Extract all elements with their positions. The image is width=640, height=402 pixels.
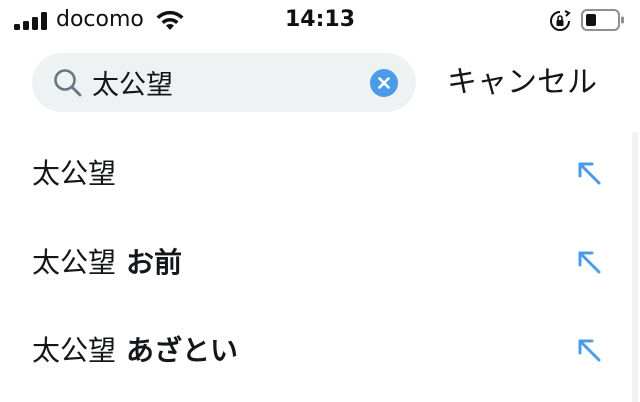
search-bar[interactable]	[32, 53, 416, 112]
suggestion-text: 太公望	[32, 130, 126, 218]
battery-icon	[581, 9, 624, 31]
suggestion-completion: あざとい	[126, 334, 239, 367]
arrow-up-left-icon[interactable]	[574, 247, 604, 277]
clear-icon	[378, 77, 390, 89]
suggestion-query: 太公望	[32, 157, 117, 190]
suggestion-row[interactable]: 太公望 あざとい	[0, 307, 632, 395]
suggestion-row[interactable]: 太公望 お前	[0, 219, 632, 307]
suggestion-query: 太公望	[32, 334, 117, 367]
arrow-up-left-icon[interactable]	[574, 335, 604, 365]
cancel-button[interactable]: キャンセル	[447, 62, 607, 104]
clock: 14:13	[284, 7, 356, 32]
suggestion-text: 太公望 あざとい	[32, 307, 238, 395]
status-bar: docomo 14:13	[0, 0, 640, 40]
suggestion-completion: お前	[126, 246, 183, 279]
search-icon	[54, 69, 82, 97]
suggestion-query: 太公望	[32, 246, 117, 279]
suggestion-row[interactable]: 太公望	[0, 130, 632, 218]
clear-search-button[interactable]	[370, 69, 398, 97]
search-input[interactable]	[92, 61, 362, 103]
suggestion-text: 太公望 お前	[32, 219, 182, 307]
scroll-edge	[632, 132, 638, 402]
orientation-lock-icon	[550, 10, 571, 31]
arrow-up-left-icon[interactable]	[574, 158, 604, 188]
